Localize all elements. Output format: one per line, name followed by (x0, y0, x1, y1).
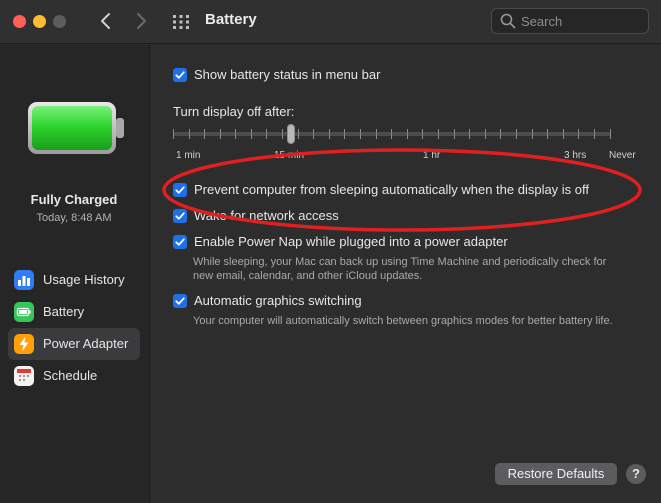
show-all-button[interactable] (170, 11, 192, 33)
checkmark-icon (175, 297, 185, 305)
graphics-switching-checkbox[interactable] (173, 294, 187, 308)
wake-network-label: Wake for network access (194, 208, 339, 223)
slider-tick (189, 129, 190, 139)
power-adapter-icon (14, 334, 34, 354)
slider-label-15-min: 15 min (274, 150, 305, 161)
sidebar-item-label: Usage History (43, 272, 125, 287)
title-bar: Battery (0, 0, 661, 44)
slider-tick (469, 129, 470, 139)
restore-defaults-button[interactable]: Restore Defaults (495, 463, 617, 485)
back-button[interactable] (94, 9, 118, 33)
slider-tick (266, 129, 267, 139)
slider-tick (610, 129, 611, 139)
forward-button[interactable] (129, 9, 153, 33)
slider-tick (220, 129, 221, 139)
zoom-button[interactable] (53, 15, 66, 28)
slider-tick (329, 129, 330, 139)
search-icon (500, 13, 516, 29)
sidebar-item-label: Schedule (43, 368, 98, 383)
show-battery-status-checkbox[interactable] (173, 68, 187, 82)
display-off-slider[interactable] (173, 124, 611, 154)
grid-icon (173, 15, 189, 29)
sidebar: Fully Charged Today, 8:48 AM Usage Histo… (0, 45, 150, 503)
slider-tick (422, 129, 423, 139)
power-nap-description-line-1: While sleeping, your Mac can back up usi… (193, 256, 607, 268)
window-title: Battery (205, 11, 257, 28)
checkmark-icon (175, 71, 185, 79)
minimize-button[interactable] (33, 15, 46, 28)
slider-tick (516, 129, 517, 139)
search-field[interactable] (491, 8, 649, 34)
sidebar-item-schedule[interactable]: Schedule (8, 360, 140, 392)
slider-label-1-min: 1 min (176, 150, 201, 161)
slider-tick (563, 129, 564, 139)
close-button[interactable] (13, 15, 26, 28)
slider-tick (500, 129, 501, 139)
slider-tick (454, 129, 455, 139)
checkmark-icon (175, 238, 185, 246)
slider-tick (578, 129, 579, 139)
slider-tick (547, 129, 548, 139)
slider-tick (485, 129, 486, 139)
prevent-sleep-checkbox[interactable] (173, 183, 187, 197)
slider-label-3-hrs: 3 hrs (564, 150, 587, 161)
usage-history-icon (14, 270, 34, 290)
slider-tick (173, 129, 174, 139)
chevron-right-icon (137, 13, 146, 29)
power-nap-label: Enable Power Nap while plugged into a po… (194, 234, 508, 249)
battery-icon (14, 302, 34, 322)
sidebar-item-battery[interactable]: Battery (8, 296, 140, 328)
slider-label-never: Never (609, 150, 636, 161)
slider-tick (298, 129, 299, 139)
sidebar-item-label: Battery (43, 304, 85, 319)
graphics-switching-label: Automatic graphics switching (194, 293, 362, 308)
slider-tick (313, 129, 314, 139)
show-battery-status-label: Show battery status in menu bar (194, 67, 381, 82)
slider-tick (360, 129, 361, 139)
slider-knob[interactable] (287, 124, 295, 144)
graphics-switching-description: Your computer will automatically switch … (193, 315, 613, 327)
slider-tick (235, 129, 236, 139)
wake-network-checkbox[interactable] (173, 209, 187, 223)
slider-tick (251, 129, 252, 139)
slider-tick (391, 129, 392, 139)
slider-label-1-hr: 1 hr (423, 150, 441, 161)
search-input[interactable] (521, 12, 641, 30)
display-off-label: Turn display off after: (173, 104, 295, 119)
slider-tick (344, 129, 345, 139)
slider-tick (204, 129, 205, 139)
prevent-sleep-label: Prevent computer from sleeping automatic… (194, 182, 590, 197)
sidebar-item-label: Power Adapter (43, 336, 129, 351)
slider-track (173, 132, 611, 136)
main-panel: Show battery status in menu bar Turn dis… (151, 45, 661, 503)
battery-level-icon (28, 102, 124, 154)
power-nap-description-line-2: new email, calendar, and other iCloud up… (193, 270, 423, 282)
checkmark-icon (175, 186, 185, 194)
battery-status-title: Fully Charged (30, 192, 118, 207)
schedule-icon (14, 366, 34, 386)
power-nap-checkbox[interactable] (173, 235, 187, 249)
slider-tick (438, 129, 439, 139)
slider-tick (376, 129, 377, 139)
checkmark-icon (175, 212, 185, 220)
help-button[interactable]: ? (626, 464, 646, 484)
battery-status-time: Today, 8:48 AM (36, 212, 112, 224)
slider-tick (594, 129, 595, 139)
sidebar-item-usage-history[interactable]: Usage History (8, 264, 140, 296)
chevron-left-icon (101, 13, 110, 29)
slider-tick (407, 129, 408, 139)
slider-tick (282, 129, 283, 139)
slider-tick (532, 129, 533, 139)
sidebar-item-power-adapter[interactable]: Power Adapter (8, 328, 140, 360)
